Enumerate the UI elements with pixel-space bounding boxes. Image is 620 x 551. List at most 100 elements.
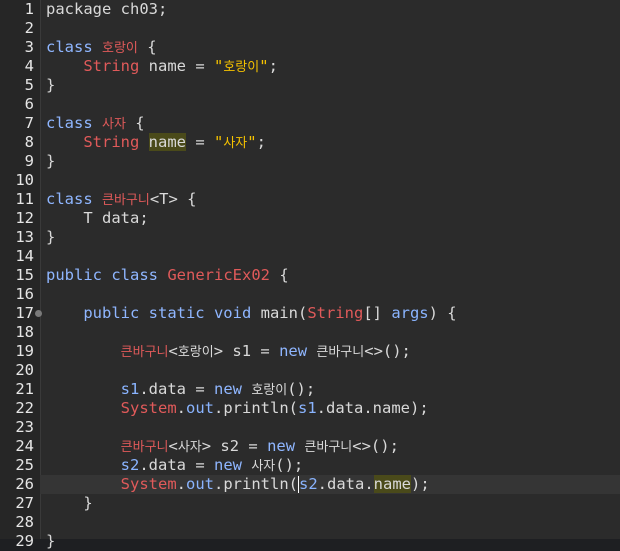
- code-line[interactable]: public static void main(String[] args) {: [40, 304, 620, 323]
- code-token: ();: [275, 456, 304, 474]
- line-number: 15: [15, 266, 34, 284]
- code-line[interactable]: String name = "사자";: [40, 133, 620, 152]
- code-line[interactable]: s1.data = new 호랑이();: [40, 380, 620, 399]
- code-token: 큰바구니: [316, 345, 365, 360]
- code-line[interactable]: s2.data = new 사자();: [40, 456, 620, 475]
- line-number: 4: [24, 57, 34, 75]
- line-number: 14: [15, 247, 34, 265]
- code-line[interactable]: [40, 19, 620, 38]
- code-line[interactable]: class 호랑이 {: [40, 38, 620, 57]
- code-token: String: [307, 304, 364, 322]
- code-token: class: [46, 190, 102, 208]
- code-token: {: [137, 38, 157, 56]
- code-token: ) {: [428, 304, 457, 322]
- code-token: ": [213, 57, 224, 75]
- code-token: =: [186, 133, 214, 151]
- code-token: 호랑이: [177, 345, 214, 360]
- code-token: name =: [139, 57, 214, 75]
- code-line[interactable]: class 사자 {: [40, 114, 620, 133]
- code-token: .: [176, 399, 186, 417]
- code-line[interactable]: System.out.println(s1.data.name);: [40, 399, 620, 418]
- code-token: 사자: [223, 136, 248, 151]
- code-line[interactable]: }: [40, 76, 620, 95]
- code-token: .println(: [214, 475, 298, 493]
- code-token: <>();: [364, 342, 411, 360]
- code-token: s1: [298, 399, 317, 417]
- code-token: public class: [46, 266, 168, 284]
- code-token: 호랑이: [223, 60, 260, 75]
- line-number: 26: [15, 475, 34, 493]
- code-token: s2: [120, 456, 140, 474]
- code-line[interactable]: 큰바구니<호랑이> s1 = new 큰바구니<>();: [40, 342, 620, 361]
- code-line[interactable]: package ch03;: [40, 0, 620, 19]
- code-token: ();: [287, 380, 316, 398]
- code-line[interactable]: }: [40, 228, 620, 247]
- code-line[interactable]: [40, 285, 620, 304]
- code-token: []: [363, 304, 392, 322]
- code-token: System: [120, 475, 177, 493]
- code-line[interactable]: T data;: [40, 209, 620, 228]
- code-editor[interactable]: 1 2 3 4 5 6 7 8 9 10 11 12 13 14 15 16 17 18 19 20 21 22 23 24 2…: [0, 0, 620, 550]
- code-line[interactable]: String name = "호랑이";: [40, 57, 620, 76]
- code-token: <: [168, 342, 178, 360]
- code-token: public static void: [46, 304, 261, 322]
- code-token: 사자: [177, 440, 202, 455]
- code-token: > s2 =: [201, 437, 268, 455]
- code-token: ;: [256, 133, 266, 151]
- code-token: out: [186, 399, 214, 417]
- code-token: new: [213, 380, 252, 398]
- code-token: new: [267, 437, 305, 455]
- line-number: 16: [15, 285, 34, 303]
- line-number: 25: [15, 456, 34, 474]
- code-line[interactable]: }: [40, 532, 620, 551]
- code-token: {: [269, 266, 289, 284]
- code-line[interactable]: }: [40, 152, 620, 171]
- code-line[interactable]: [40, 513, 620, 532]
- code-token: main(: [260, 304, 308, 322]
- code-line-current[interactable]: System.out.println(s2.data.name);: [40, 475, 620, 494]
- code-token: s2: [299, 475, 318, 493]
- line-number: 12: [15, 209, 34, 227]
- code-line[interactable]: public class GenericEx02 {: [40, 266, 620, 285]
- line-number: 10: [15, 171, 34, 189]
- code-token: .: [176, 475, 186, 493]
- code-line[interactable]: [40, 171, 620, 190]
- line-number: 5: [24, 76, 34, 94]
- code-token: .data.: [317, 475, 374, 493]
- code-token: }: [46, 76, 56, 94]
- code-token: ": [214, 133, 224, 151]
- code-token: 큰바구니: [304, 440, 353, 455]
- code-line[interactable]: 큰바구니<사자> s2 = new 큰바구니<>();: [40, 437, 620, 456]
- code-token: System: [120, 399, 177, 417]
- code-token: 호랑이: [251, 383, 288, 398]
- line-number: 7: [24, 114, 34, 132]
- code-token: }: [46, 152, 56, 170]
- line-number: 18: [15, 323, 34, 341]
- line-number: 22: [15, 399, 34, 417]
- code-token: <T> {: [149, 190, 197, 208]
- code-token: T data;: [46, 209, 149, 227]
- code-line[interactable]: class 큰바구니<T> {: [40, 190, 620, 209]
- code-token: new: [213, 456, 252, 474]
- code-area[interactable]: package ch03; class 호랑이 { String name = "…: [40, 0, 620, 550]
- line-number: 29: [15, 532, 34, 550]
- code-token: ;: [268, 57, 278, 75]
- code-line[interactable]: [40, 95, 620, 114]
- line-number: 21: [15, 380, 34, 398]
- line-number: 1: [24, 0, 34, 18]
- code-token: 큰바구니: [120, 345, 169, 360]
- code-line[interactable]: [40, 361, 620, 380]
- line-number: 8: [24, 133, 34, 151]
- code-line[interactable]: }: [40, 494, 620, 513]
- code-token: .println(: [214, 399, 298, 417]
- code-line[interactable]: [40, 323, 620, 342]
- code-token: out: [186, 475, 214, 493]
- code-line[interactable]: [40, 247, 620, 266]
- code-line[interactable]: [40, 418, 620, 437]
